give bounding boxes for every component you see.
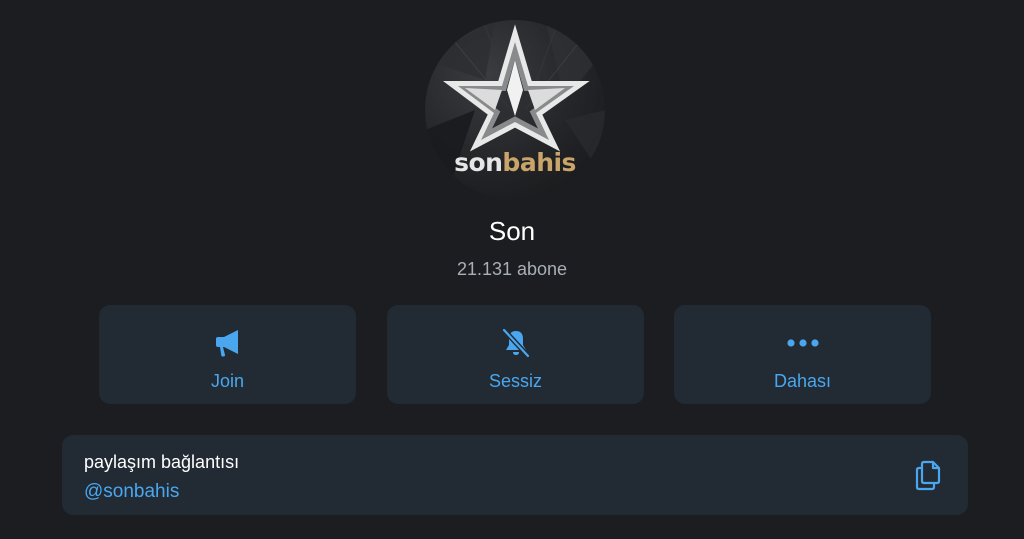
more-button-label: Dahası [773, 371, 832, 391]
channel-title: Son [488, 216, 536, 246]
share-link-card: paylaşım bağlantısı @sonbahis [62, 435, 968, 515]
bell-muted-icon [501, 328, 530, 358]
share-link-handle[interactable]: @sonbahis [84, 481, 179, 503]
copy-icon[interactable] [914, 459, 944, 491]
logo-text-part2: bahis [502, 148, 576, 177]
mute-button-label: Sessiz [488, 371, 542, 391]
subscriber-count: 21.131 abone [456, 259, 568, 279]
megaphone-icon [215, 330, 238, 357]
join-button[interactable]: Join [99, 305, 356, 404]
more-dots-icon [786, 339, 819, 347]
mute-button[interactable]: Sessiz [387, 305, 644, 404]
channel-avatar[interactable]: sonbahis [425, 20, 605, 200]
logo-text-part1: son [454, 148, 503, 177]
avatar-logo-text: sonbahis [425, 148, 605, 177]
channel-profile-page: sonbahis Son 21.131 abone Join Sessiz Da… [0, 0, 1024, 539]
more-button[interactable]: Dahası [674, 305, 931, 404]
join-button-label: Join [210, 371, 245, 391]
share-link-title: paylaşım bağlantısı [84, 452, 240, 472]
